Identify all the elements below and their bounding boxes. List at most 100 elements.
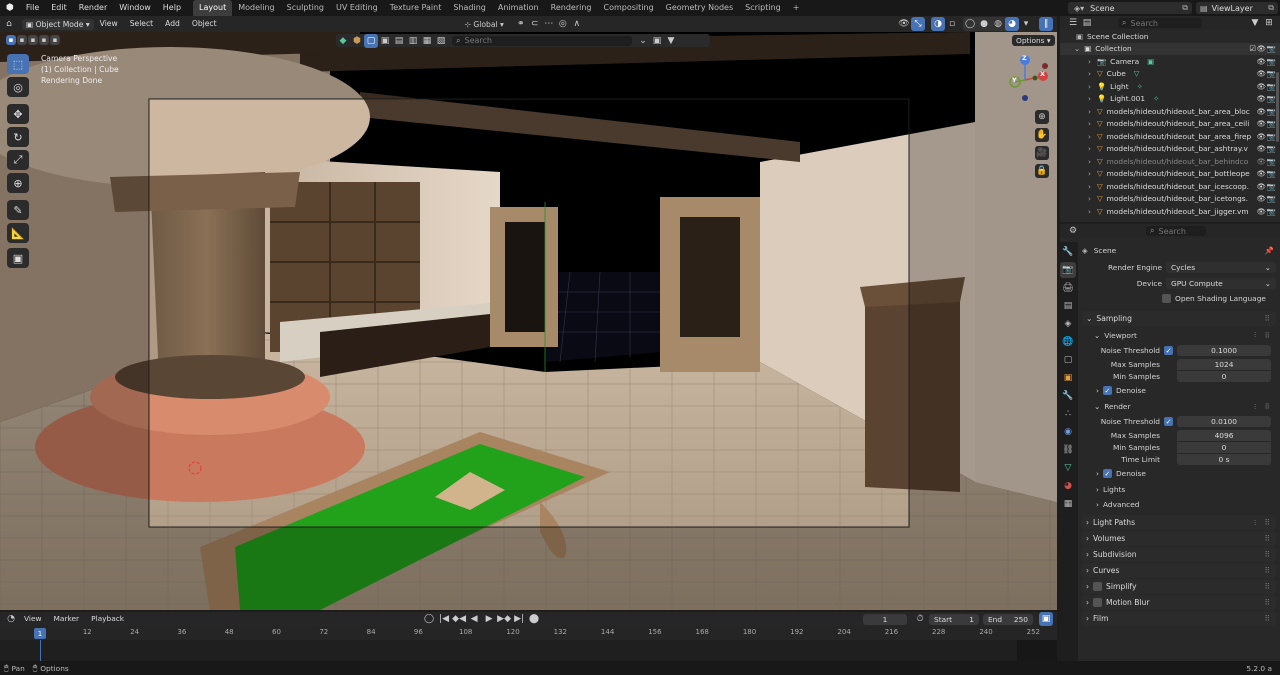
stopwatch-icon[interactable]: ⏱: [913, 612, 927, 626]
timeline-view-icon[interactable]: ▣: [1039, 612, 1053, 626]
proportional-edit-icon[interactable]: ◎: [556, 17, 570, 31]
expand-icon[interactable]: ›: [1088, 194, 1091, 203]
material-shading-icon[interactable]: ◍: [991, 17, 1005, 31]
outliner-collection-row[interactable]: ⌄ ▣ Collection ☑ 👁 📷: [1060, 42, 1280, 55]
outliner-editor-icon[interactable]: ☰: [1066, 16, 1080, 30]
collection-filter-icon[interactable]: ▣: [650, 34, 664, 48]
tab-sculpting[interactable]: Sculpting: [281, 0, 330, 16]
visibility-eye-icon[interactable]: 👁: [1257, 57, 1266, 66]
scene-selector[interactable]: ◈▾ Scene ⧉: [1068, 2, 1192, 14]
menu-render[interactable]: Render: [73, 0, 113, 16]
tab-layout[interactable]: Layout: [193, 0, 233, 16]
render-visibility-icon[interactable]: 📷: [1267, 82, 1276, 91]
options-button[interactable]: Options ▾: [1012, 35, 1055, 46]
outliner-item[interactable]: › ▽ models/hideout/hideout_bar_area_firep 👁…: [1060, 130, 1280, 143]
tab-modeling[interactable]: Modeling: [232, 0, 280, 16]
tab-rendering[interactable]: Rendering: [545, 0, 598, 16]
render-visibility-icon[interactable]: 📷: [1267, 194, 1276, 203]
snap-target-icon[interactable]: ⋯: [542, 17, 556, 31]
render-visibility-icon[interactable]: 📷: [1267, 57, 1276, 66]
outliner-filter-icon[interactable]: ▼: [1248, 16, 1262, 30]
rendered-shading-icon[interactable]: ◕: [1005, 17, 1019, 31]
viewport-drag-icon[interactable]: ⠿: [1265, 331, 1270, 340]
light-paths-panel[interactable]: › Light Paths ⫶ ⠿: [1082, 515, 1276, 530]
output-tab-icon[interactable]: 🖨: [1060, 280, 1076, 296]
add-cube-tool-icon[interactable]: ▣: [7, 248, 29, 268]
visibility-eye-icon[interactable]: 👁: [1257, 169, 1266, 178]
collection-visibility-icon[interactable]: 👁: [1257, 44, 1266, 53]
visibility-eye-icon[interactable]: 👁: [1257, 182, 1266, 191]
light-paths-drag-icon[interactable]: ⠿: [1264, 518, 1270, 527]
viewport-menu-view[interactable]: View: [94, 16, 124, 32]
data-tab-icon[interactable]: ▽: [1060, 460, 1076, 476]
expand-icon[interactable]: ›: [1088, 119, 1091, 128]
visibility-eye-icon[interactable]: 👁: [1257, 194, 1266, 203]
timeline-editor-icon[interactable]: ◔: [4, 612, 18, 626]
filter-options-icon[interactable]: ⌄: [636, 34, 650, 48]
r-max-samples-field[interactable]: 4096: [1177, 429, 1271, 441]
scene-tab-icon[interactable]: ◈: [1060, 316, 1076, 332]
world-tab-icon[interactable]: 🌐: [1060, 334, 1076, 350]
film-panel[interactable]: › Film ⠿: [1082, 611, 1276, 626]
new-collection-icon[interactable]: ⊞: [1262, 16, 1276, 30]
simplify-checkbox[interactable]: [1093, 582, 1103, 591]
object-type-icon[interactable]: ◆: [336, 34, 350, 48]
falloff-icon[interactable]: ∧: [570, 17, 584, 31]
render-visibility-icon[interactable]: 📷: [1267, 169, 1276, 178]
end-frame-field[interactable]: End 250: [983, 613, 1033, 625]
render-visibility-icon[interactable]: 📷: [1267, 207, 1276, 216]
select-intersect-icon[interactable]: ▪: [50, 35, 60, 45]
visibility-eye-icon[interactable]: 👁: [1257, 69, 1266, 78]
object-tab-icon[interactable]: ▣: [1060, 370, 1076, 386]
visibility-eye-icon[interactable]: 👁: [1257, 207, 1266, 216]
pause-render-icon[interactable]: ∥: [1039, 17, 1053, 31]
subdivision-panel[interactable]: › Subdivision ⠿: [1082, 547, 1276, 562]
transform-orientation[interactable]: ⊹ Global ▾: [465, 20, 504, 29]
solid-shading-icon[interactable]: ●: [977, 17, 991, 31]
render-drag-icon[interactable]: ⠿: [1265, 402, 1270, 411]
advanced-subpanel[interactable]: › Advanced: [1082, 497, 1276, 512]
mesh-filter-icon[interactable]: ⬢: [350, 34, 364, 48]
object-data-icon[interactable]: ✧: [1137, 82, 1143, 91]
scene-new-icon[interactable]: ⧉: [1182, 3, 1188, 13]
gizmo-toggle-icon[interactable]: ⤡: [911, 17, 925, 31]
transform-tool-icon[interactable]: ⊕: [7, 173, 29, 193]
filter-icon-6[interactable]: ▧: [434, 34, 448, 48]
select-extend-icon[interactable]: ▪: [17, 35, 27, 45]
render-visibility-icon[interactable]: 📷: [1267, 69, 1276, 78]
tab-compositing[interactable]: Compositing: [598, 0, 660, 16]
viewlayer-selector[interactable]: ▤ ViewLayer ⧉: [1196, 2, 1278, 14]
collection-render-icon[interactable]: 📷: [1267, 44, 1276, 53]
tab-geometry-nodes[interactable]: Geometry Nodes: [660, 0, 739, 16]
visibility-eye-icon[interactable]: 👁: [1257, 82, 1266, 91]
render-visibility-icon[interactable]: 📷: [1267, 182, 1276, 191]
expand-icon[interactable]: ›: [1088, 57, 1091, 66]
vp-min-samples-field[interactable]: 0: [1177, 370, 1271, 382]
camera-view-icon[interactable]: 🎥: [1035, 146, 1049, 160]
render-tab-icon[interactable]: 📷: [1060, 262, 1076, 278]
render-visibility-icon[interactable]: 📷: [1267, 107, 1276, 116]
pin-icon[interactable]: 📌: [1265, 246, 1274, 255]
object-data-icon[interactable]: ▣: [1147, 57, 1154, 66]
visibility-eye-icon[interactable]: 👁: [1257, 144, 1266, 153]
viewlayer-new-icon[interactable]: ⧉: [1268, 3, 1274, 13]
light-paths-presets-icon[interactable]: ⫶: [1254, 518, 1256, 528]
r-denoise-row[interactable]: › ✓ Denoise: [1082, 465, 1276, 482]
viewport-menu-object[interactable]: Object: [186, 16, 223, 32]
pivot-icon[interactable]: ⚭: [514, 17, 528, 31]
viewport-menu-add[interactable]: Add: [159, 16, 186, 32]
outliner-item[interactable]: › ▽ models/hideout/hideout_bar_area_bloc 👁 📷: [1060, 105, 1280, 118]
texture-tab-icon[interactable]: ▦: [1060, 496, 1076, 512]
keyframe-icon[interactable]: ◯: [422, 612, 436, 626]
particles-tab-icon[interactable]: ∴: [1060, 406, 1076, 422]
vp-denoise-row[interactable]: › ✓ Denoise: [1082, 382, 1276, 399]
filter-icon-2[interactable]: ▣: [378, 34, 392, 48]
curves-panel[interactable]: › Curves ⠿: [1082, 563, 1276, 578]
add-workspace-icon[interactable]: +: [787, 0, 806, 16]
visibility-eye-icon[interactable]: 👁: [1257, 94, 1266, 103]
rotate-tool-icon[interactable]: ↻: [7, 127, 29, 147]
sampling-panel-header[interactable]: ⌄ Sampling ⠿: [1082, 311, 1276, 326]
filter-icon-5[interactable]: ▦: [420, 34, 434, 48]
physics-tab-icon[interactable]: ◉: [1060, 424, 1076, 440]
tab-shading[interactable]: Shading: [447, 0, 492, 16]
